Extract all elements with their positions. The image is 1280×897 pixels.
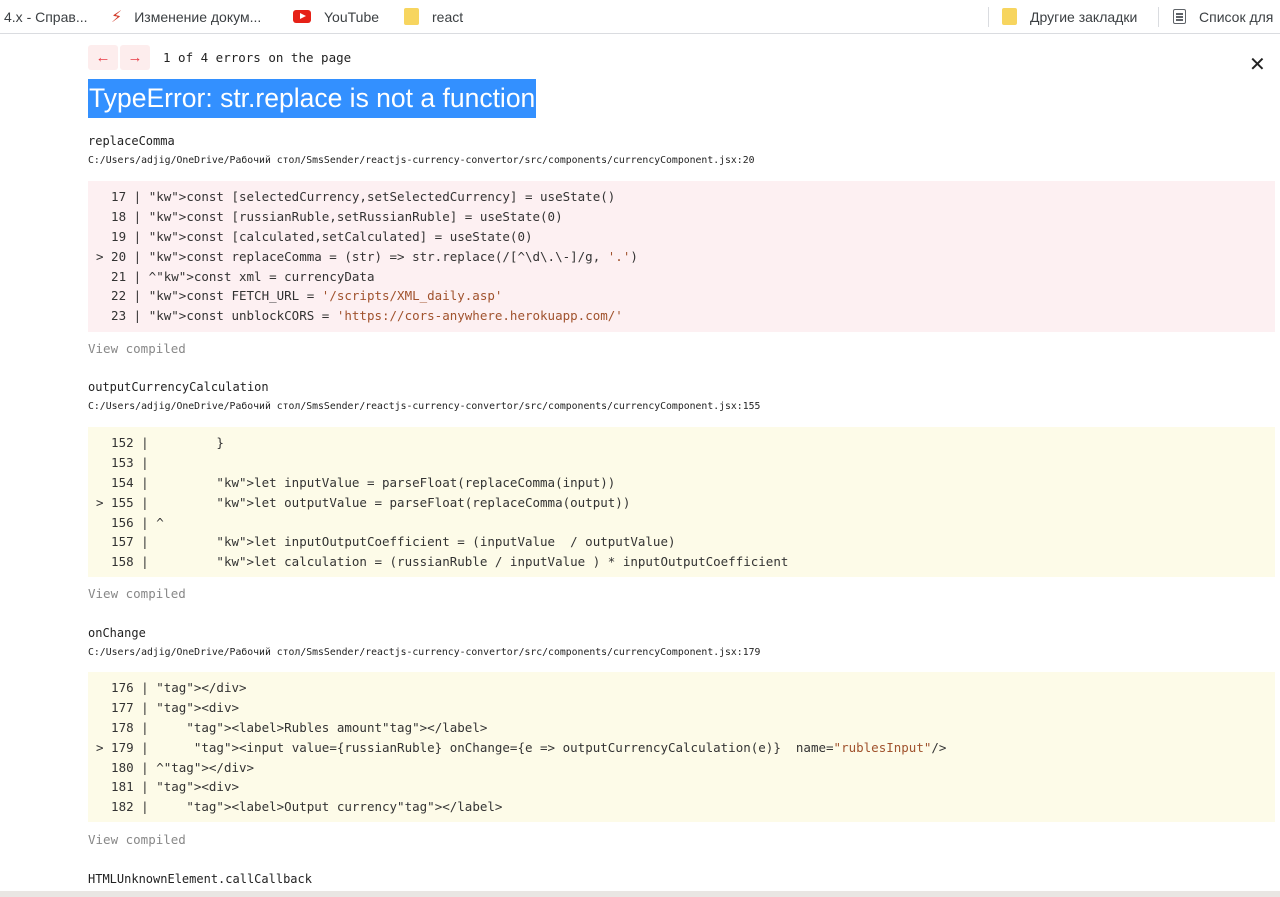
code-line-highlighted: > 20 | "kw">const replaceComma = (str) =…: [96, 248, 638, 264]
bookmarks-bar: 4.x - Справ... ⚡ Изменение докум... YouT…: [0, 0, 1280, 34]
bookmark-item[interactable]: react: [404, 0, 463, 33]
scrollbar-track[interactable]: [0, 891, 1280, 897]
code-line-highlighted: > 179 | "tag"><input value={russianRuble…: [96, 739, 947, 755]
code-line: 180 | ^"tag"></div>: [96, 759, 255, 775]
stack-frame-path[interactable]: C:/Users/adjig/OneDrive/Рабочий стол/Sms…: [88, 401, 760, 412]
error-title: TypeError: str.replace is not a function: [88, 79, 537, 118]
code-line: 158 | "kw">let calculation = (russianRub…: [96, 554, 789, 570]
divider: [988, 7, 989, 27]
bookmark-item[interactable]: 4.x - Справ...: [4, 0, 88, 33]
code-line: 21 | ^"kw">const xml = currencyData: [96, 268, 375, 284]
stack-frame-path[interactable]: C:/Users/adjig/OneDrive/Рабочий стол/Sms…: [88, 155, 755, 166]
reading-list-icon: [1173, 9, 1186, 24]
error-count: 1 of 4 errors on the page: [163, 50, 352, 65]
divider: [1158, 7, 1159, 27]
bookmark-item[interactable]: ⚡ Изменение докум...: [111, 0, 261, 33]
code-line: 182 | "tag"><label>Output currency"tag">…: [96, 799, 503, 815]
bookmark-label: react: [432, 8, 464, 25]
error-navigation: ← → 1 of 4 errors on the page: [88, 45, 351, 70]
stack-frame-name: onChange: [88, 626, 146, 640]
bookmark-item[interactable]: YouTube: [293, 0, 379, 33]
code-line: 153 |: [96, 454, 149, 470]
bookmark-label: Другие закладки: [1030, 8, 1138, 25]
bookmark-item[interactable]: Другие закладки: [1002, 0, 1137, 33]
stack-frame-name: replaceComma: [88, 134, 175, 148]
code-line: 157 | "kw">let inputOutputCoefficient = …: [96, 534, 676, 550]
next-error-button[interactable]: →: [120, 45, 150, 70]
code-line: 176 | "tag"></div>: [96, 680, 247, 695]
code-line: 178 | "tag"><label>Rubles amount"tag"></…: [96, 719, 488, 735]
code-line: 152 | }: [96, 435, 224, 450]
view-compiled-link[interactable]: View compiled: [88, 586, 186, 601]
tower-icon: ⚡: [111, 7, 123, 26]
bookmark-item[interactable]: Список для: [1173, 0, 1273, 33]
folder-icon: [1002, 8, 1017, 25]
youtube-icon: [293, 10, 311, 23]
view-compiled-link[interactable]: View compiled: [88, 341, 186, 356]
code-line: 156 | ^: [96, 514, 164, 530]
code-line: 23 | "kw">const unblockCORS = 'https://c…: [96, 308, 623, 324]
folder-icon: [404, 8, 419, 25]
code-snippet: 17 | "kw">const [selectedCurrency,setSel…: [88, 181, 1275, 332]
bookmark-label: Изменение докум...: [134, 8, 262, 25]
code-line: 181 | "tag"><div>: [96, 779, 240, 795]
bookmark-label: 4.x - Справ...: [4, 8, 88, 25]
code-snippet: 176 | "tag"></div> 177 | "tag"><div> 178…: [88, 672, 1275, 822]
code-line: 19 | "kw">const [calculated,setCalculate…: [96, 228, 533, 244]
previous-error-button[interactable]: ←: [88, 45, 118, 70]
code-snippet: 152 | } 153 | 154 | "kw">let inputValue …: [88, 427, 1275, 577]
view-compiled-link[interactable]: View compiled: [88, 832, 186, 847]
code-line: 177 | "tag"><div>: [96, 699, 240, 715]
code-line: 18 | "kw">const [russianRuble,setRussian…: [96, 208, 563, 224]
bookmark-label: YouTube: [324, 8, 380, 25]
close-icon[interactable]: ✕: [1249, 54, 1266, 74]
stack-frame-name: HTMLUnknownElement.callCallback: [88, 872, 312, 886]
code-line-highlighted: > 155 | "kw">let outputValue = parseFloa…: [96, 494, 631, 510]
bookmark-label: Список для: [1199, 8, 1274, 25]
stack-frame-path[interactable]: C:/Users/adjig/OneDrive/Рабочий стол/Sms…: [88, 647, 760, 658]
code-line: 17 | "kw">const [selectedCurrency,setSel…: [96, 189, 616, 204]
code-line: 154 | "kw">let inputValue = parseFloat(r…: [96, 474, 616, 490]
stack-frame-name: outputCurrencyCalculation: [88, 380, 269, 394]
code-line: 22 | "kw">const FETCH_URL = '/scripts/XM…: [96, 288, 503, 304]
